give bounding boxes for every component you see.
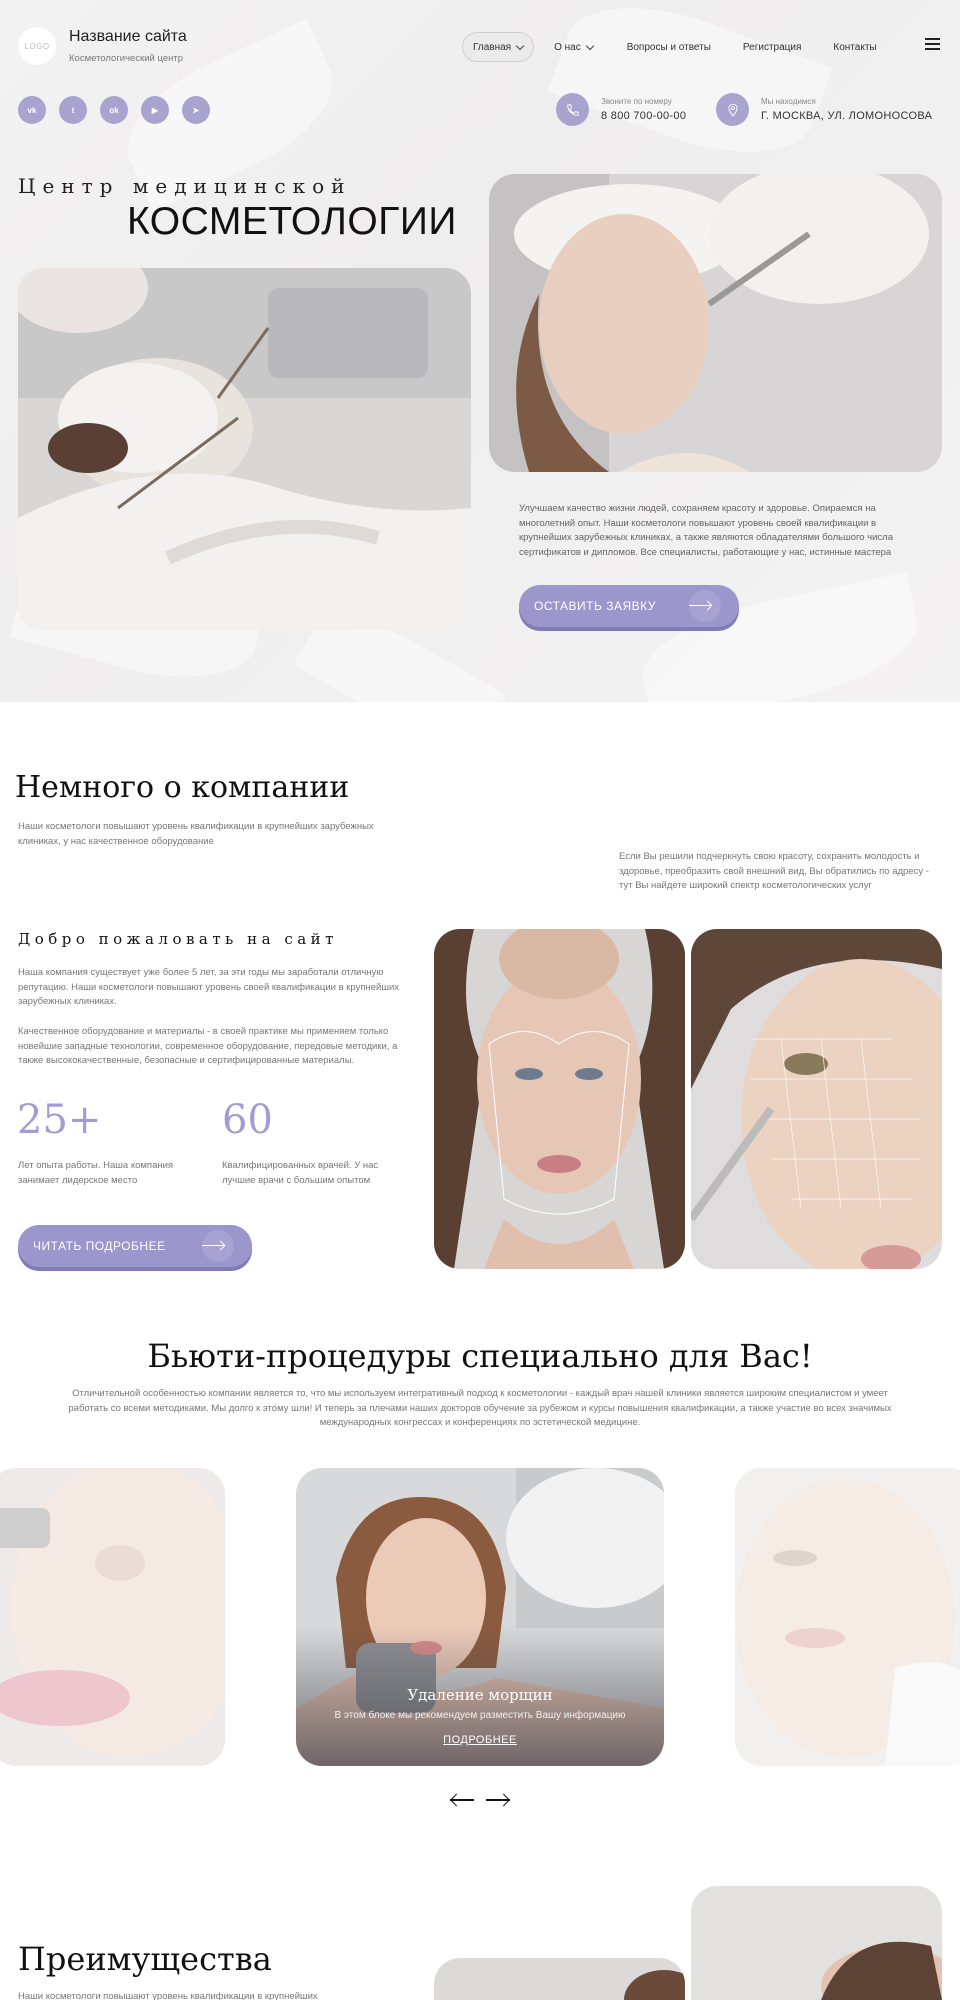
nav-label: Регистрация [742,41,802,53]
phone-caption: Звоните по номеру [601,97,672,106]
stat-years-number: 25+ [17,1097,102,1143]
chevron-down-icon [515,41,525,50]
nav-label: Контакты [833,41,877,53]
site-subtitle: Косметологический центр [69,53,183,64]
welcome-title: Добро пожаловать на сайт [18,930,338,948]
hero-title-line1: Центр медицинской [18,174,352,198]
main-nav: Главная О нас Вопросы и ответы Регистрац… [462,32,887,62]
stat-doctors-label: Квалифицированных врачей. У нас лучшие в… [222,1160,379,1186]
stat-years-label: Лет опыта работы. Наша компания занимает… [18,1160,174,1186]
nav-item-contacts[interactable]: Контакты [823,32,886,62]
hero-title-line2: КОСМЕТОЛОГИИ [127,200,457,243]
advantages-title: Преимущества [18,1940,272,1978]
nav-item-home[interactable]: Главная [462,32,535,62]
about-title: Немного о компании [15,770,350,805]
nav-label: Главная [473,41,512,53]
advantages-text: Наши косметологи повышают уровень квалиф… [18,1991,318,2000]
about-photo-face-contour [434,929,685,1269]
phone-block[interactable]: Звоните по номеру 8 800 700-00-00 [556,93,686,126]
nav-item-registration[interactable]: Регистрация [733,32,811,62]
about-side-text: Если Вы решили подчеркнуть свою красоту,… [619,851,929,891]
odnoklassniki-icon[interactable]: ok [100,96,128,124]
arrow-right-icon [689,605,711,606]
slider-prev-arrow[interactable] [450,1793,474,1807]
nav-item-faq[interactable]: Вопросы и ответы [617,32,721,62]
youtube-icon[interactable]: ▶ [141,96,169,124]
procedures-text: Отличительной особенностью компании явля… [68,1388,892,1428]
card-more-link[interactable]: ПОДРОБНЕЕ [296,1734,664,1746]
address-caption: Мы находимся [761,97,816,106]
chevron-down-icon [585,41,594,50]
hero-photo-injection [489,174,942,472]
site-name[interactable]: Название сайта [69,28,187,46]
card-title: Удаление морщин [407,1686,553,1704]
nav-item-about[interactable]: О нас [544,32,603,62]
arrow-right-icon [202,1245,224,1246]
hero-description: Улучшаем качество жизни людей, сохраняем… [519,503,894,558]
about-photo-face-lift [691,929,942,1269]
card-description: В этом блоке мы рекомендуем разместить В… [334,1710,626,1721]
slider-next-arrow[interactable] [486,1793,510,1807]
procedure-card-left[interactable] [0,1468,225,1766]
leave-request-button[interactable]: ОСТАВИТЬ ЗАЯВКУ [519,585,739,627]
twitter-icon[interactable]: t [59,96,87,124]
social-links: vk t ok ▶ ➤ [18,96,210,124]
address: Г. МОСКВА, УЛ. ЛОМОНОСОВА [761,110,933,122]
nav-label: Вопросы и ответы [626,41,711,53]
phone-icon [556,93,589,126]
hero-photo-facial-mask [18,268,471,630]
nav-label: О нас [554,41,581,53]
stat-doctors-number: 60 [222,1097,273,1143]
about-paragraph-1: Наша компания существует уже более 5 лет… [18,967,400,1007]
procedure-card-wrinkle-removal[interactable]: Удаление морщин В этом блоке мы рекоменд… [296,1468,664,1766]
advantages-photo-2 [691,1886,942,2000]
telegram-icon[interactable]: ➤ [182,96,210,124]
menu-icon[interactable] [925,38,940,50]
logo[interactable]: LOGO [18,27,56,65]
location-icon [716,93,749,126]
phone-number[interactable]: 8 800 700-00-00 [601,110,686,122]
advantages-photo-1 [434,1958,685,2000]
procedure-card-right[interactable] [735,1468,960,1766]
procedures-title: Бьюти-процедуры специально для Вас! [147,1337,813,1375]
address-block: Мы находимся Г. МОСКВА, УЛ. ЛОМОНОСОВА [716,93,932,126]
button-label: ЧИТАТЬ ПОДРОБНЕЕ [33,1239,166,1253]
read-more-button[interactable]: ЧИТАТЬ ПОДРОБНЕЕ [18,1225,252,1267]
about-paragraph-2: Качественное оборудование и материалы - … [18,1026,398,1066]
about-intro: Наши косметологи повышают уровень квалиф… [18,821,374,847]
vk-icon[interactable]: vk [18,96,46,124]
button-label: ОСТАВИТЬ ЗАЯВКУ [534,599,656,613]
